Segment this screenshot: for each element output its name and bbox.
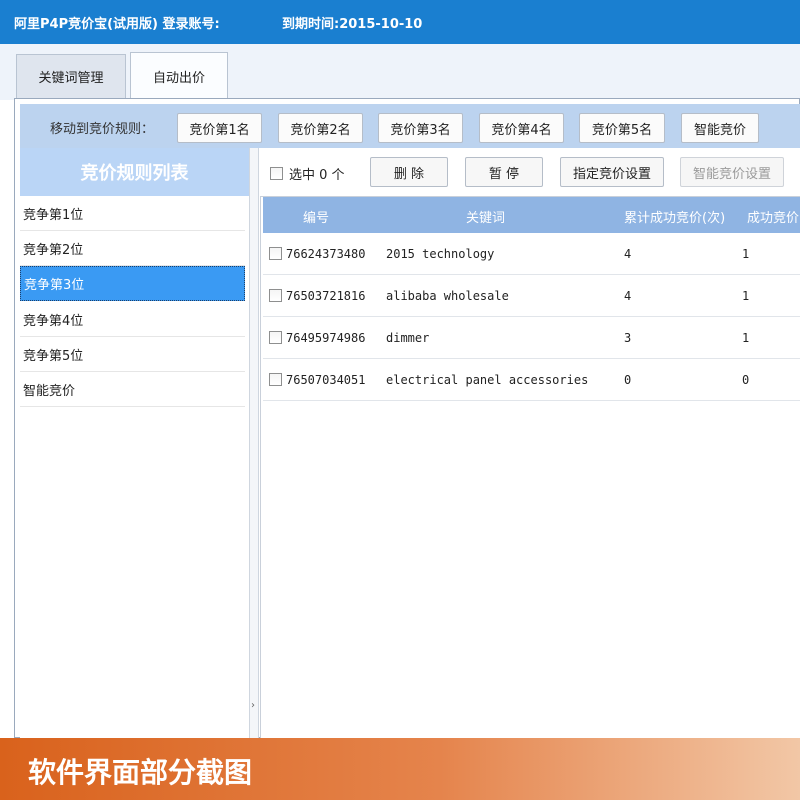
- move-to-rule-bar: 移动到竞价规则： 竞价第1名 竞价第2名 竞价第3名 竞价第4名 竞价第5名 智…: [20, 104, 800, 148]
- tab-keyword-management[interactable]: 关键词管理: [16, 54, 126, 98]
- column-header-keyword[interactable]: 关键词: [466, 207, 505, 226]
- delete-button[interactable]: 删 除: [370, 157, 448, 187]
- move-to-rank-5-button[interactable]: 竞价第5名: [579, 113, 665, 143]
- move-to-rank-4-button[interactable]: 竞价第4名: [479, 113, 564, 143]
- column-header-id[interactable]: 编号: [303, 207, 329, 226]
- chevron-right-icon[interactable]: ›: [251, 700, 255, 711]
- table-row[interactable]: 76624373480 2015 technology 4 1: [263, 233, 800, 275]
- banner-text: 软件界面部分截图: [28, 756, 253, 789]
- keyword-id: 76503721816: [286, 289, 366, 303]
- keyword-id: 76507034051: [286, 373, 366, 387]
- column-header-success-bids[interactable]: 成功竞价: [747, 207, 799, 226]
- keyword-text: alibaba wholesale: [386, 289, 509, 303]
- smart-bid-settings-button: 智能竞价设置: [680, 157, 784, 187]
- table-row[interactable]: 76503721816 alibaba wholesale 4 1: [263, 275, 800, 317]
- move-to-rank-3-button[interactable]: 竞价第3名: [378, 113, 463, 143]
- selected-count-label: 选中 0 个: [289, 168, 345, 183]
- total-bids: 3: [624, 331, 632, 345]
- move-to-rank-1-button[interactable]: 竞价第1名: [177, 113, 262, 143]
- rule-list-panel: 竞价规则列表 竞争第1位 竞争第2位 竞争第3位 竞争第4位 竞争第5位 智能竞…: [20, 148, 249, 739]
- success-bids: 1: [742, 331, 750, 345]
- success-bids: 0: [742, 373, 750, 387]
- row-checkbox[interactable]: [269, 247, 282, 260]
- keyword-id: 76495974986: [286, 331, 366, 345]
- total-bids: 4: [624, 247, 632, 261]
- row-checkbox[interactable]: [269, 289, 282, 302]
- keyword-text: dimmer: [386, 331, 430, 345]
- move-to-rank-2-button[interactable]: 竞价第2名: [278, 113, 363, 143]
- set-bid-button[interactable]: 指定竞价设置: [560, 157, 664, 187]
- title-bar: 阿里P4P竞价宝(试用版) 登录账号: 到期时间:2015-10-10: [0, 0, 800, 44]
- keyword-toolbar: 选中 0 个 删 除 暂 停 指定竞价设置 智能竞价设置: [260, 148, 800, 196]
- select-all-group: 选中 0 个: [270, 164, 345, 183]
- pause-button[interactable]: 暂 停: [465, 157, 543, 187]
- total-bids: 4: [624, 289, 632, 303]
- keyword-text: 2015 technology: [386, 247, 495, 261]
- row-checkbox[interactable]: [269, 331, 282, 344]
- rule-item-rank-2[interactable]: 竞争第2位: [20, 231, 245, 266]
- rule-list-title: 竞价规则列表: [20, 148, 249, 196]
- rule-item-rank-1[interactable]: 竞争第1位: [20, 196, 245, 231]
- table-row[interactable]: 76495974986 dimmer 3 1: [263, 317, 800, 359]
- select-all-checkbox[interactable]: [270, 167, 283, 180]
- app-title: 阿里P4P竞价宝(试用版) 登录账号:: [14, 17, 220, 32]
- keyword-id: 76624373480: [286, 247, 366, 261]
- expiry-date: 到期时间:2015-10-10: [282, 17, 423, 32]
- column-header-total-bids[interactable]: 累计成功竞价(次): [624, 207, 725, 226]
- table-row[interactable]: 76507034051 electrical panel accessories…: [263, 359, 800, 401]
- total-bids: 0: [624, 373, 632, 387]
- rule-item-rank-4[interactable]: 竞争第4位: [20, 302, 245, 337]
- rule-item-rank-3[interactable]: 竞争第3位: [20, 266, 245, 301]
- table-header: 编号 关键词 累计成功竞价(次) 成功竞价: [263, 197, 800, 233]
- auto-bid-panel: 移动到竞价规则： 竞价第1名 竞价第2名 竞价第3名 竞价第4名 竞价第5名 智…: [14, 98, 800, 739]
- tab-strip: 关键词管理 自动出价: [0, 44, 800, 100]
- row-checkbox[interactable]: [269, 373, 282, 386]
- success-bids: 1: [742, 289, 750, 303]
- move-to-rule-label: 移动到竞价规则：: [50, 122, 155, 137]
- keyword-text: electrical panel accessories: [386, 373, 589, 387]
- rule-item-smart-bid[interactable]: 智能竞价: [20, 372, 245, 407]
- rule-item-rank-5[interactable]: 竞争第5位: [20, 337, 245, 372]
- panel-splitter[interactable]: ›: [249, 148, 259, 739]
- success-bids: 1: [742, 247, 750, 261]
- tab-auto-bid[interactable]: 自动出价: [130, 52, 228, 99]
- move-to-smart-bid-button[interactable]: 智能竞价: [681, 113, 759, 143]
- keyword-table: 编号 关键词 累计成功竞价(次) 成功竞价 76624373480 2015 t…: [260, 196, 800, 739]
- screenshot-caption-banner: 软件界面部分截图: [0, 738, 800, 800]
